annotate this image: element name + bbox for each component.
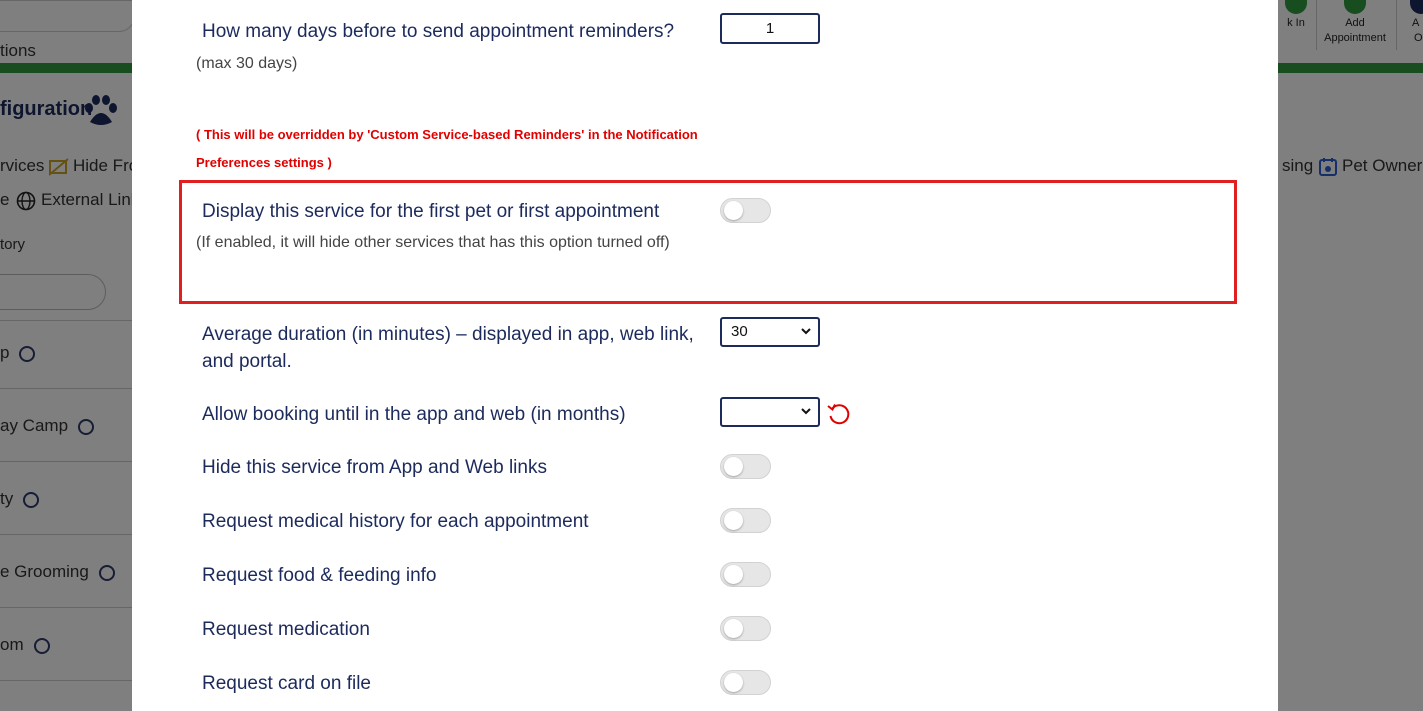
booking-until-setting: Allow booking until in the app and web (… [202,401,702,428]
reminders-setting: How many days before to send appointment… [202,18,702,45]
reset-icon[interactable] [826,401,852,427]
toggle-knob [724,201,743,220]
hide-service-setting: Hide this service from App and Web links [202,454,702,481]
hide-service-toggle[interactable] [720,454,771,479]
booking-until-select[interactable] [720,397,820,427]
reminders-warning: ( This will be overridden by 'Custom Ser… [196,127,698,170]
duration-select[interactable]: 30 [720,317,820,347]
food-feeding-label: Request food & feeding info [202,565,437,586]
reminder-days-input[interactable]: 1 [720,13,820,44]
first-pet-toggle[interactable] [720,198,771,223]
reminders-label: How many days before to send appointment… [202,21,675,42]
reminders-hint: (max 30 days) [196,55,298,72]
service-settings-modal: How many days before to send appointment… [132,0,1278,711]
toggle-knob [724,565,743,584]
first-pet-hint: (If enabled, it will hide other services… [196,234,670,251]
duration-label: Average duration (in minutes) – displaye… [202,324,694,372]
duration-setting: Average duration (in minutes) – displaye… [202,321,702,375]
medical-history-toggle[interactable] [720,508,771,533]
medication-label: Request medication [202,619,370,640]
first-pet-label: Display this service for the first pet o… [202,201,660,222]
toggle-knob [724,619,743,638]
medication-setting: Request medication [202,616,702,643]
medical-history-setting: Request medical history for each appoint… [202,508,702,535]
card-on-file-setting: Request card on file [202,670,702,697]
toggle-knob [724,673,743,692]
hide-service-label: Hide this service from App and Web links [202,457,547,478]
food-feeding-toggle[interactable] [720,562,771,587]
card-on-file-label: Request card on file [202,673,371,694]
toggle-knob [724,511,743,530]
chevron-down-icon [801,408,811,415]
medical-history-label: Request medical history for each appoint… [202,511,589,532]
card-on-file-toggle[interactable] [720,670,771,695]
duration-select-value: 30 [731,323,748,340]
toggle-knob [724,457,743,476]
booking-until-label: Allow booking until in the app and web (… [202,404,626,425]
food-feeding-setting: Request food & feeding info [202,562,702,589]
first-pet-setting: Display this service for the first pet o… [202,198,702,225]
chevron-down-icon [801,328,811,335]
medication-toggle[interactable] [720,616,771,641]
